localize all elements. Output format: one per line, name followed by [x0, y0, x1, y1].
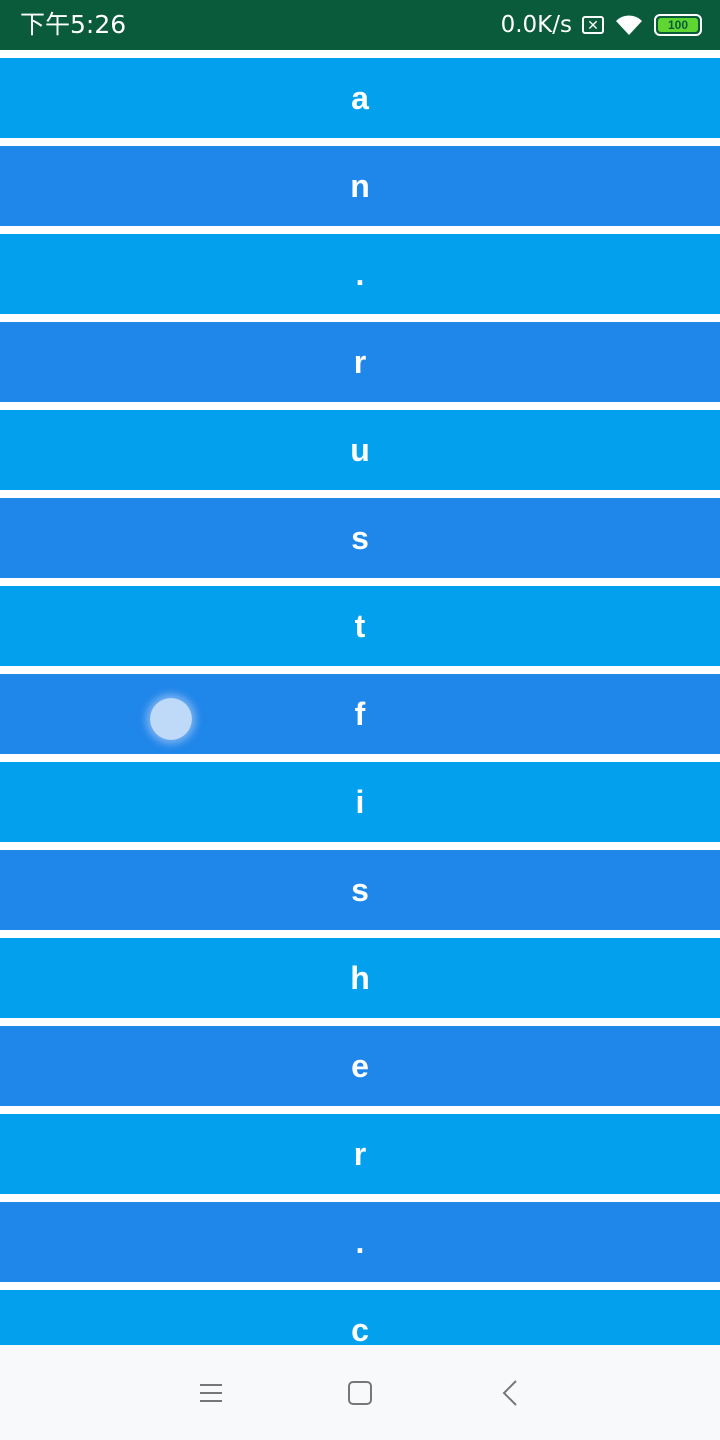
list-item-label: e — [351, 1047, 369, 1084]
list-item[interactable]: r — [0, 1114, 720, 1194]
list-item[interactable]: . — [0, 1202, 720, 1282]
list-item[interactable]: s — [0, 850, 720, 930]
list-item[interactable]: t — [0, 586, 720, 666]
list-item-label: r — [353, 343, 367, 380]
home-icon[interactable] — [340, 1373, 380, 1413]
list-item[interactable]: n — [0, 146, 720, 226]
list-item-label: . — [355, 255, 365, 292]
list-item[interactable]: u — [0, 410, 720, 490]
list-item[interactable]: f — [0, 674, 720, 754]
navigation-bar — [0, 1345, 720, 1440]
list-item-label: u — [350, 431, 370, 468]
list-item-label: r — [353, 1135, 367, 1172]
list-item[interactable]: . — [0, 234, 720, 314]
touch-indicator — [150, 698, 192, 740]
list-item[interactable]: e — [0, 1026, 720, 1106]
list-item[interactable]: s — [0, 498, 720, 578]
list-item-label: f — [354, 695, 366, 732]
menu-icon[interactable] — [190, 1373, 230, 1413]
list-item[interactable]: c — [0, 1290, 720, 1345]
status-icons: 0.0K/s ✕ 100 — [501, 10, 702, 40]
list-item-label: s — [351, 519, 369, 556]
battery-icon: 100 — [654, 14, 702, 36]
sim-x-icon: ✕ — [582, 16, 604, 34]
list-item[interactable]: r — [0, 322, 720, 402]
list-item-label: t — [354, 607, 366, 644]
list-item-label: c — [351, 1311, 369, 1346]
status-bar: 下午5:26 0.0K/s ✕ 100 — [0, 0, 720, 50]
list-item[interactable]: h — [0, 938, 720, 1018]
letter-list[interactable]: a n . r u s t f i s h e r . c — [0, 50, 720, 1345]
list-item[interactable]: a — [0, 58, 720, 138]
list-item-label: h — [350, 959, 370, 996]
back-icon[interactable] — [490, 1373, 530, 1413]
wifi-icon — [616, 15, 642, 35]
network-speed: 0.0K/s — [500, 12, 572, 38]
list-item-label: s — [351, 871, 369, 908]
list-item-label: a — [351, 79, 369, 116]
status-time: 下午5:26 — [20, 10, 127, 39]
list-item-label: n — [350, 167, 370, 204]
list-item-label: . — [355, 1223, 365, 1260]
list-item[interactable]: i — [0, 762, 720, 842]
battery-level: 100 — [658, 18, 698, 32]
list-item-label: i — [355, 783, 365, 820]
